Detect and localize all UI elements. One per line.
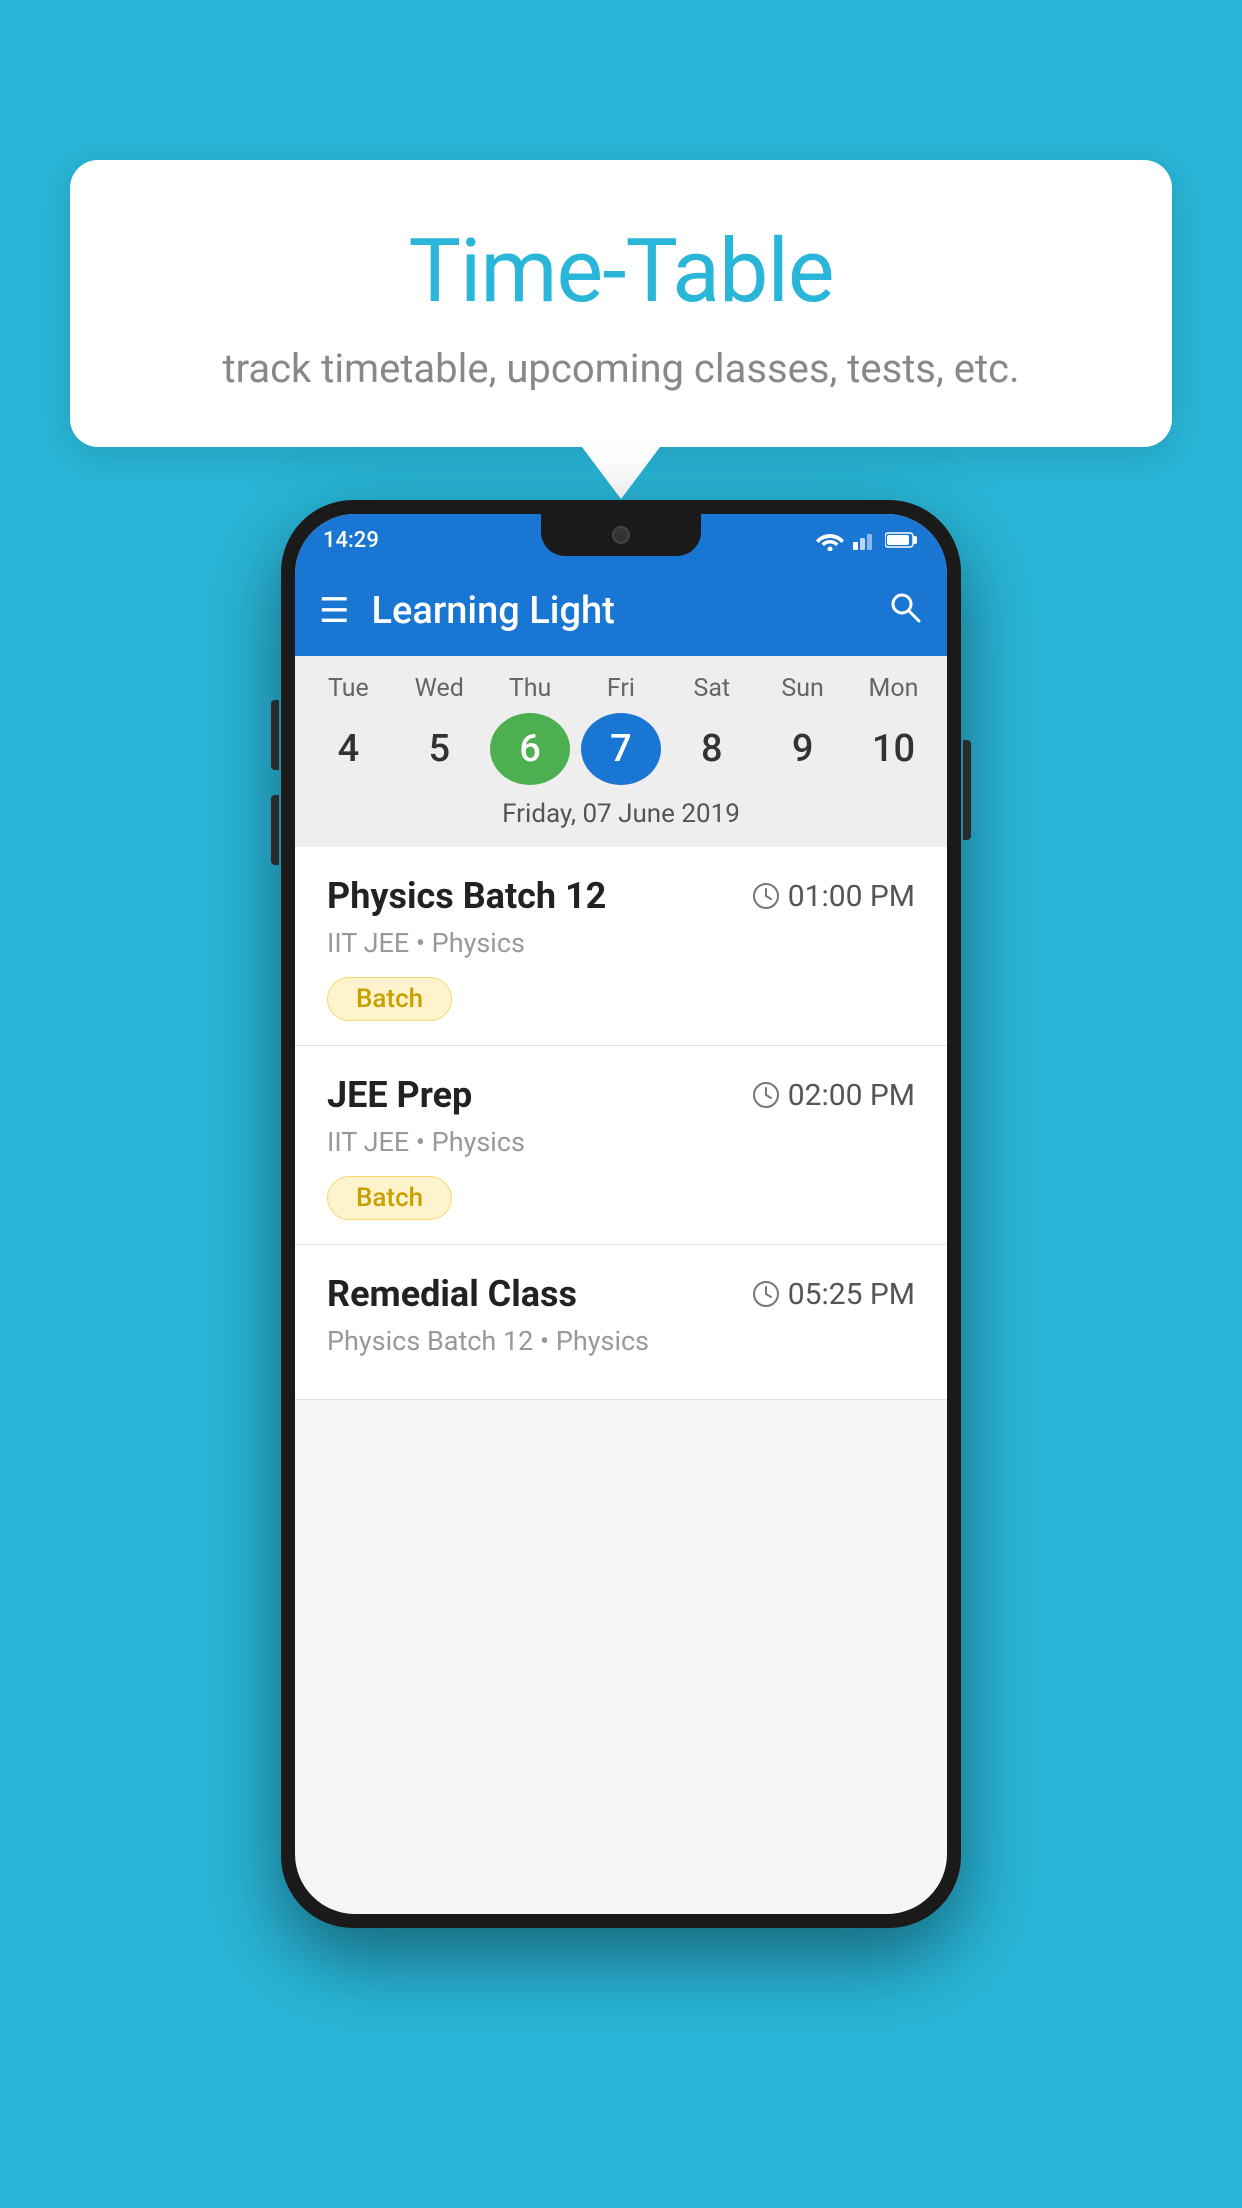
- day-5[interactable]: 5: [399, 713, 479, 785]
- menu-icon[interactable]: ☰: [319, 594, 349, 628]
- batch-tag-1: Batch: [327, 977, 452, 1021]
- day-8[interactable]: 8: [672, 713, 752, 785]
- clock-icon-3: [752, 1280, 780, 1308]
- day-4[interactable]: 4: [308, 713, 388, 785]
- status-icons: [815, 529, 919, 551]
- day-header-sat: Sat: [672, 674, 752, 703]
- batch-tag-2: Batch: [327, 1176, 452, 1220]
- battery-icon: [885, 531, 919, 549]
- phone-screen: 14:29: [295, 514, 947, 1914]
- app-title: Learning Light: [371, 589, 887, 633]
- day-header-fri: Fri: [581, 674, 661, 703]
- app-toolbar: ☰ Learning Light: [295, 566, 947, 656]
- class-meta-3: Physics Batch 12 • Physics: [327, 1325, 915, 1357]
- selected-date-label: Friday, 07 June 2019: [295, 785, 947, 839]
- tooltip-card: Time-Table track timetable, upcoming cla…: [70, 160, 1172, 447]
- class-item-jee-prep[interactable]: JEE Prep 02:00 PM IIT JEE • Physics Batc…: [295, 1046, 947, 1245]
- phone-mockup: 14:29: [281, 500, 961, 1928]
- class-name-2: JEE Prep: [327, 1074, 472, 1116]
- class-meta-2: IIT JEE • Physics: [327, 1126, 915, 1158]
- day-9[interactable]: 9: [763, 713, 843, 785]
- phone-camera: [612, 526, 630, 544]
- day-6-today[interactable]: 6: [490, 713, 570, 785]
- phone-volume-down-button: [271, 795, 279, 865]
- day-header-mon: Mon: [853, 674, 933, 703]
- phone-notch: [541, 514, 701, 556]
- day-header-thu: Thu: [490, 674, 570, 703]
- phone-volume-up-button: [271, 700, 279, 770]
- class-meta-1: IIT JEE • Physics: [327, 927, 915, 959]
- clock-icon-1: [752, 882, 780, 910]
- calendar-strip: Tue Wed Thu Fri Sat Sun Mon 4 5 6 7 8 9 …: [295, 656, 947, 847]
- class-item-remedial-class[interactable]: Remedial Class 05:25 PM Physics Batch 12…: [295, 1245, 947, 1400]
- phone-power-button: [963, 740, 971, 840]
- class-list: Physics Batch 12 01:00 PM IIT JEE • Phys…: [295, 847, 947, 1400]
- day-headers: Tue Wed Thu Fri Sat Sun Mon: [295, 674, 947, 703]
- status-time: 14:29: [323, 528, 379, 553]
- class-name-3: Remedial Class: [327, 1273, 577, 1315]
- class-time-2: 02:00 PM: [752, 1078, 915, 1113]
- day-header-wed: Wed: [399, 674, 479, 703]
- day-header-tue: Tue: [308, 674, 388, 703]
- tooltip-subtitle: track timetable, upcoming classes, tests…: [120, 345, 1122, 392]
- day-7-selected[interactable]: 7: [581, 713, 661, 785]
- class-name-1: Physics Batch 12: [327, 875, 606, 917]
- day-10[interactable]: 10: [853, 713, 933, 785]
- clock-icon-2: [752, 1081, 780, 1109]
- day-numbers: 4 5 6 7 8 9 10: [295, 713, 947, 785]
- class-time-3: 05:25 PM: [752, 1277, 915, 1312]
- class-item-physics-batch-12[interactable]: Physics Batch 12 01:00 PM IIT JEE • Phys…: [295, 847, 947, 1046]
- search-icon[interactable]: [887, 589, 923, 634]
- signal-icon: [853, 530, 877, 550]
- tooltip-title: Time-Table: [120, 220, 1122, 323]
- day-header-sun: Sun: [763, 674, 843, 703]
- class-time-1: 01:00 PM: [752, 879, 915, 914]
- wifi-icon: [815, 529, 845, 551]
